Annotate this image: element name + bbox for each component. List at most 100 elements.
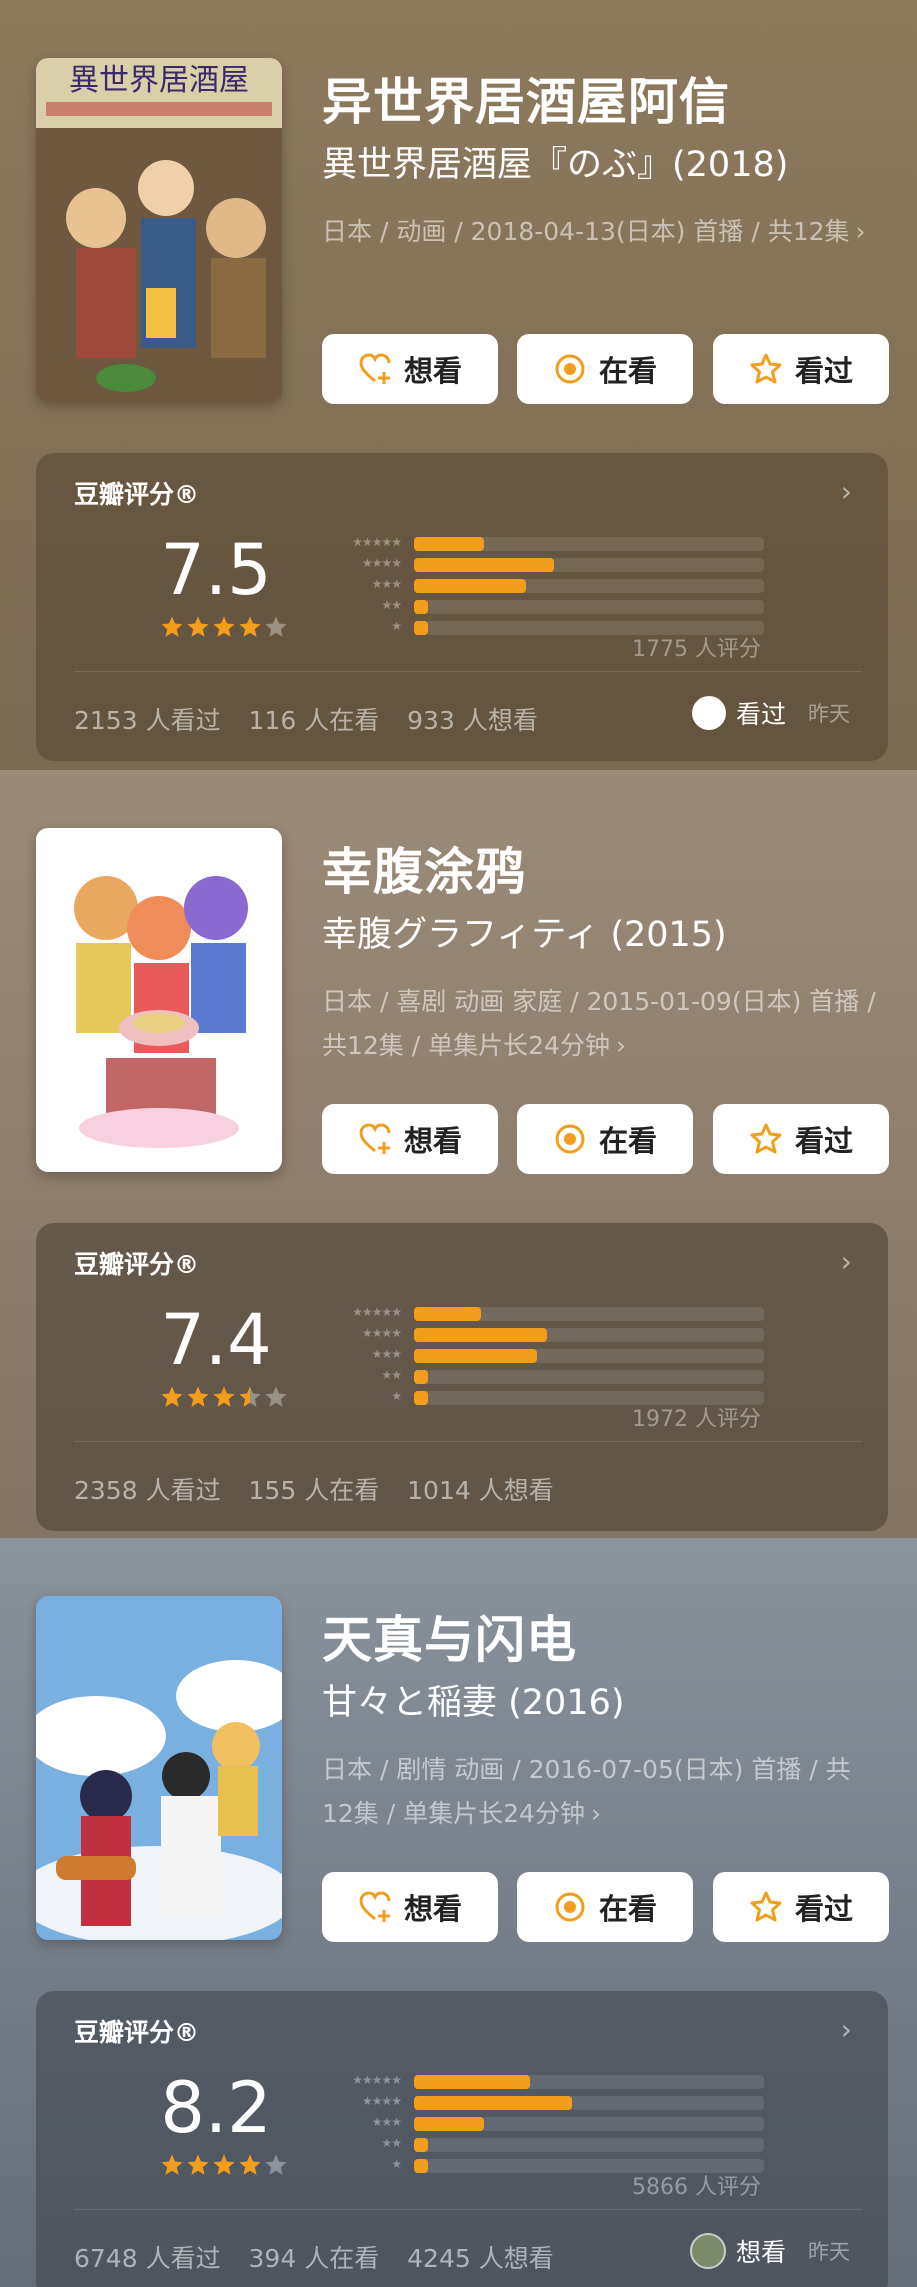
star-icon — [213, 1386, 235, 1407]
rating-card[interactable]: 豆瓣评分® › 8.2 ★★★★★ ★★★★ ★★★ ★★ ★ 5866 人评分 674… — [36, 1991, 888, 2287]
distribution-bar — [414, 537, 764, 551]
stats-row: 6748 人看过 394 人在看 4245 人想看 — [74, 2239, 574, 2275]
distribution-bar — [414, 558, 764, 572]
star-level-label: ★★★ — [371, 577, 402, 591]
my-status[interactable]: 看过 昨天 — [691, 695, 850, 731]
poster-image[interactable]: 異世界居酒屋 — [36, 58, 282, 402]
want-label: 想看 — [403, 1892, 462, 1926]
watching-button[interactable]: 在看 — [517, 1104, 693, 1174]
subject-section-1: 異世界居酒屋 异世界居酒屋阿信 異世界居酒屋『のぶ』(2018) 日本 / 动画… — [0, 0, 917, 770]
star-icon — [161, 1386, 183, 1407]
star-level-label: ★★★ — [371, 2115, 402, 2129]
want-button[interactable]: 想看 — [322, 334, 498, 404]
status-date: 昨天 — [808, 702, 850, 726]
distribution-bar-fill — [414, 1307, 481, 1321]
watched-count: 6748 人看过 — [74, 2244, 221, 2273]
meta-info[interactable]: 日本 / 动画 / 2018-04-13(日本) 首播 / 共12集 › — [322, 210, 878, 254]
circle-icon — [691, 696, 726, 730]
rating-card[interactable]: 豆瓣评分® › 7.5 ★★★★★ ★★★★ ★★★ ★★ ★ 1775 人评分 215… — [36, 453, 888, 761]
distribution-bar — [414, 2117, 764, 2131]
star-level-label: ★★ — [381, 598, 401, 612]
star-rating — [160, 615, 288, 639]
star-level-label: ★ — [391, 2157, 402, 2171]
watching-label: 在看 — [598, 1124, 657, 1158]
distribution-bar-fill — [414, 2096, 572, 2110]
watching-label: 在看 — [598, 354, 657, 388]
rating-label: 豆瓣评分® — [74, 1250, 200, 1279]
status-label: 想看 — [735, 2238, 786, 2267]
want-count: 4245 人想看 — [407, 2244, 554, 2273]
star-outline-icon — [750, 1123, 782, 1154]
watching-count: 394 人在看 — [248, 2244, 380, 2273]
star-level-label: ★★★★ — [361, 556, 402, 570]
target-icon — [555, 1124, 585, 1154]
avatar-icon — [689, 2233, 726, 2269]
heart-plus-icon — [359, 1891, 391, 1922]
chevron-right-icon[interactable]: › — [841, 1245, 852, 1278]
target-icon — [555, 1892, 585, 1922]
watching-button[interactable]: 在看 — [517, 1872, 693, 1942]
star-level-label: ★★★★ — [361, 2094, 402, 2108]
star-icon — [239, 1386, 261, 1407]
rating-card[interactable]: 豆瓣评分® › 7.4 ★★★★★ ★★★★ ★★★ ★★ ★ 1972 人评分 235… — [36, 1223, 888, 1531]
poster-image[interactable] — [36, 1596, 282, 1940]
meta-info[interactable]: 日本 / 剧情 动画 / 2016-07-05(日本) 首播 / 共12集 / … — [322, 1748, 878, 1836]
star-icon — [161, 2154, 183, 2175]
watching-label: 在看 — [598, 1892, 657, 1926]
poster-illustration: 異世界居酒屋 — [36, 58, 282, 402]
want-button[interactable]: 想看 — [322, 1104, 498, 1174]
status-label: 看过 — [735, 700, 786, 729]
star-icon — [265, 616, 287, 637]
distribution-bar-fill — [414, 600, 428, 614]
distribution-bar-fill — [414, 579, 526, 593]
divider — [74, 671, 862, 672]
distribution-bar — [414, 2096, 764, 2110]
star-level-label: ★★★★ — [361, 1326, 402, 1340]
star-level-label: ★★ — [381, 2136, 401, 2150]
watched-button[interactable]: 看过 — [713, 334, 889, 404]
star-level-label: ★★★ — [371, 1347, 402, 1361]
subtitle: 異世界居酒屋『のぶ』(2018) — [322, 145, 789, 185]
chevron-right-icon[interactable]: › — [841, 475, 852, 508]
star-icon — [265, 2154, 287, 2175]
status-date: 昨天 — [808, 2240, 850, 2264]
watched-button[interactable]: 看过 — [713, 1104, 889, 1174]
star-icon — [161, 616, 183, 637]
distribution-bar — [414, 1307, 764, 1321]
divider — [74, 1441, 862, 1442]
watching-button[interactable]: 在看 — [517, 334, 693, 404]
my-status[interactable]: 想看 昨天 — [689, 2233, 850, 2269]
title: 幸腹涂鸦 — [322, 843, 526, 901]
rating-label: 豆瓣评分® — [74, 2018, 200, 2047]
distribution-bar — [414, 2075, 764, 2089]
chevron-right-icon: › — [615, 1031, 626, 1060]
meta-text: 日本 / 动画 / 2018-04-13(日本) 首播 / 共12集 — [322, 217, 850, 246]
distribution-bar-fill — [414, 1391, 428, 1405]
star-outline-icon — [750, 1891, 782, 1922]
rating-score: 8.2 — [160, 2067, 272, 2149]
watching-count: 116 人在看 — [248, 706, 380, 735]
watched-button[interactable]: 看过 — [713, 1872, 889, 1942]
star-rating — [160, 2153, 288, 2177]
star-icon — [213, 616, 235, 637]
subtitle: 幸腹グラフィティ (2015) — [322, 915, 727, 955]
want-label: 想看 — [403, 354, 462, 388]
meta-text: 日本 / 剧情 动画 / 2016-07-05(日本) 首播 / 共12集 / … — [322, 1755, 851, 1828]
want-button[interactable]: 想看 — [322, 1872, 498, 1942]
rating-count: 1972 人评分 — [632, 1407, 761, 1432]
chevron-right-icon[interactable]: › — [841, 2013, 852, 2046]
want-count: 933 人想看 — [407, 706, 538, 735]
meta-info[interactable]: 日本 / 喜剧 动画 家庭 / 2015-01-09(日本) 首播 / 共12集… — [322, 980, 878, 1068]
distribution-bar-fill — [414, 2159, 428, 2173]
chevron-right-icon: › — [855, 217, 866, 246]
watched-label: 看过 — [794, 1124, 853, 1158]
poster-image[interactable] — [36, 828, 282, 1172]
title: 天真与闪电 — [322, 1611, 577, 1669]
star-icon — [239, 2154, 261, 2175]
want-label: 想看 — [403, 1124, 462, 1158]
rating-score: 7.4 — [160, 1299, 272, 1381]
distribution-bar-fill — [414, 558, 554, 572]
star-icon — [265, 1386, 287, 1407]
rating-count: 1775 人评分 — [632, 637, 761, 662]
poster-title-text: 異世界居酒屋 — [69, 63, 249, 98]
